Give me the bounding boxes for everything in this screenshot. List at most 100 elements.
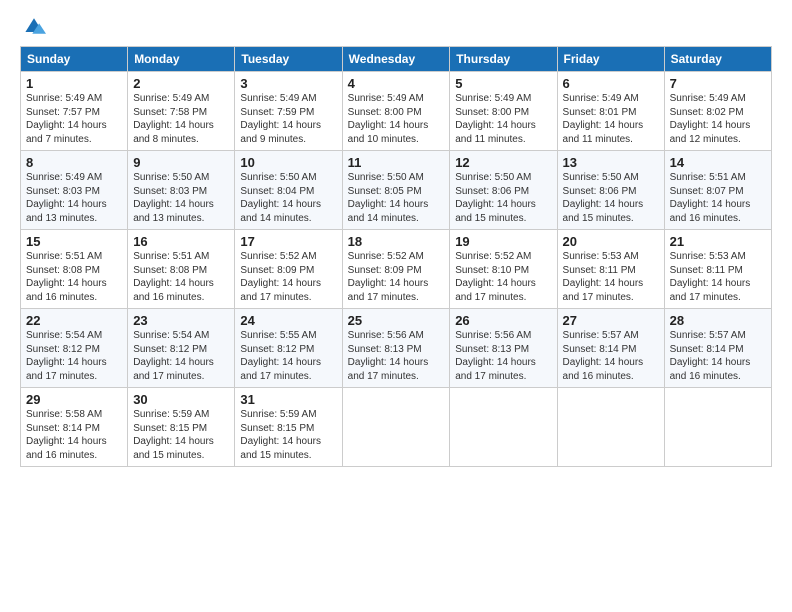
calendar-day-cell: 11Sunrise: 5:50 AMSunset: 8:05 PMDayligh…: [342, 151, 450, 230]
day-number: 21: [670, 234, 766, 249]
calendar-day-cell: 5Sunrise: 5:49 AMSunset: 8:00 PMDaylight…: [450, 72, 557, 151]
day-info: Sunrise: 5:51 AMSunset: 8:07 PMDaylight:…: [670, 171, 766, 225]
calendar-day-cell: 20Sunrise: 5:53 AMSunset: 8:11 PMDayligh…: [557, 230, 664, 309]
logo: [20, 16, 46, 36]
day-number: 11: [348, 155, 445, 170]
day-info: Sunrise: 5:56 AMSunset: 8:13 PMDaylight:…: [348, 329, 445, 383]
calendar-day-cell: [450, 388, 557, 467]
day-info: Sunrise: 5:50 AMSunset: 8:06 PMDaylight:…: [563, 171, 659, 225]
calendar-day-cell: [557, 388, 664, 467]
day-number: 3: [240, 76, 336, 91]
calendar-day-cell: 2Sunrise: 5:49 AMSunset: 7:58 PMDaylight…: [128, 72, 235, 151]
day-number: 1: [26, 76, 122, 91]
day-number: 12: [455, 155, 551, 170]
day-number: 5: [455, 76, 551, 91]
calendar-day-cell: 13Sunrise: 5:50 AMSunset: 8:06 PMDayligh…: [557, 151, 664, 230]
day-number: 22: [26, 313, 122, 328]
day-info: Sunrise: 5:52 AMSunset: 8:09 PMDaylight:…: [240, 250, 336, 304]
day-number: 28: [670, 313, 766, 328]
day-info: Sunrise: 5:59 AMSunset: 8:15 PMDaylight:…: [240, 408, 336, 462]
day-info: Sunrise: 5:54 AMSunset: 8:12 PMDaylight:…: [133, 329, 229, 383]
calendar-day-cell: 28Sunrise: 5:57 AMSunset: 8:14 PMDayligh…: [664, 309, 771, 388]
header: [20, 16, 772, 36]
day-number: 4: [348, 76, 445, 91]
day-info: Sunrise: 5:55 AMSunset: 8:12 PMDaylight:…: [240, 329, 336, 383]
day-info: Sunrise: 5:56 AMSunset: 8:13 PMDaylight:…: [455, 329, 551, 383]
weekday-header: Friday: [557, 47, 664, 72]
day-number: 19: [455, 234, 551, 249]
day-number: 23: [133, 313, 229, 328]
day-info: Sunrise: 5:51 AMSunset: 8:08 PMDaylight:…: [26, 250, 122, 304]
day-info: Sunrise: 5:57 AMSunset: 8:14 PMDaylight:…: [563, 329, 659, 383]
day-info: Sunrise: 5:49 AMSunset: 8:01 PMDaylight:…: [563, 92, 659, 146]
calendar-day-cell: [342, 388, 450, 467]
day-number: 31: [240, 392, 336, 407]
calendar-day-cell: 16Sunrise: 5:51 AMSunset: 8:08 PMDayligh…: [128, 230, 235, 309]
day-info: Sunrise: 5:49 AMSunset: 8:03 PMDaylight:…: [26, 171, 122, 225]
day-number: 26: [455, 313, 551, 328]
calendar-day-cell: [664, 388, 771, 467]
calendar-week-row: 22Sunrise: 5:54 AMSunset: 8:12 PMDayligh…: [21, 309, 772, 388]
calendar-day-cell: 10Sunrise: 5:50 AMSunset: 8:04 PMDayligh…: [235, 151, 342, 230]
day-info: Sunrise: 5:50 AMSunset: 8:04 PMDaylight:…: [240, 171, 336, 225]
day-info: Sunrise: 5:49 AMSunset: 8:02 PMDaylight:…: [670, 92, 766, 146]
day-info: Sunrise: 5:50 AMSunset: 8:03 PMDaylight:…: [133, 171, 229, 225]
calendar-day-cell: 1Sunrise: 5:49 AMSunset: 7:57 PMDaylight…: [21, 72, 128, 151]
calendar-week-row: 1Sunrise: 5:49 AMSunset: 7:57 PMDaylight…: [21, 72, 772, 151]
day-number: 7: [670, 76, 766, 91]
day-info: Sunrise: 5:49 AMSunset: 7:57 PMDaylight:…: [26, 92, 122, 146]
day-number: 9: [133, 155, 229, 170]
page: SundayMondayTuesdayWednesdayThursdayFrid…: [0, 0, 792, 612]
calendar-header-row: SundayMondayTuesdayWednesdayThursdayFrid…: [21, 47, 772, 72]
day-number: 16: [133, 234, 229, 249]
day-info: Sunrise: 5:54 AMSunset: 8:12 PMDaylight:…: [26, 329, 122, 383]
day-number: 6: [563, 76, 659, 91]
calendar-day-cell: 24Sunrise: 5:55 AMSunset: 8:12 PMDayligh…: [235, 309, 342, 388]
day-number: 24: [240, 313, 336, 328]
day-info: Sunrise: 5:59 AMSunset: 8:15 PMDaylight:…: [133, 408, 229, 462]
day-info: Sunrise: 5:49 AMSunset: 8:00 PMDaylight:…: [348, 92, 445, 146]
day-info: Sunrise: 5:52 AMSunset: 8:10 PMDaylight:…: [455, 250, 551, 304]
day-info: Sunrise: 5:49 AMSunset: 7:58 PMDaylight:…: [133, 92, 229, 146]
weekday-header: Monday: [128, 47, 235, 72]
day-number: 8: [26, 155, 122, 170]
calendar-day-cell: 12Sunrise: 5:50 AMSunset: 8:06 PMDayligh…: [450, 151, 557, 230]
day-number: 18: [348, 234, 445, 249]
day-info: Sunrise: 5:53 AMSunset: 8:11 PMDaylight:…: [670, 250, 766, 304]
day-info: Sunrise: 5:52 AMSunset: 8:09 PMDaylight:…: [348, 250, 445, 304]
day-number: 13: [563, 155, 659, 170]
calendar-day-cell: 31Sunrise: 5:59 AMSunset: 8:15 PMDayligh…: [235, 388, 342, 467]
calendar-table: SundayMondayTuesdayWednesdayThursdayFrid…: [20, 46, 772, 467]
calendar-day-cell: 8Sunrise: 5:49 AMSunset: 8:03 PMDaylight…: [21, 151, 128, 230]
calendar-day-cell: 3Sunrise: 5:49 AMSunset: 7:59 PMDaylight…: [235, 72, 342, 151]
weekday-header: Saturday: [664, 47, 771, 72]
day-info: Sunrise: 5:49 AMSunset: 8:00 PMDaylight:…: [455, 92, 551, 146]
calendar-day-cell: 22Sunrise: 5:54 AMSunset: 8:12 PMDayligh…: [21, 309, 128, 388]
calendar-day-cell: 17Sunrise: 5:52 AMSunset: 8:09 PMDayligh…: [235, 230, 342, 309]
calendar-day-cell: 26Sunrise: 5:56 AMSunset: 8:13 PMDayligh…: [450, 309, 557, 388]
calendar-day-cell: 6Sunrise: 5:49 AMSunset: 8:01 PMDaylight…: [557, 72, 664, 151]
day-number: 25: [348, 313, 445, 328]
calendar-week-row: 8Sunrise: 5:49 AMSunset: 8:03 PMDaylight…: [21, 151, 772, 230]
calendar-day-cell: 14Sunrise: 5:51 AMSunset: 8:07 PMDayligh…: [664, 151, 771, 230]
calendar-day-cell: 25Sunrise: 5:56 AMSunset: 8:13 PMDayligh…: [342, 309, 450, 388]
calendar-day-cell: 9Sunrise: 5:50 AMSunset: 8:03 PMDaylight…: [128, 151, 235, 230]
calendar-week-row: 29Sunrise: 5:58 AMSunset: 8:14 PMDayligh…: [21, 388, 772, 467]
day-number: 27: [563, 313, 659, 328]
day-number: 10: [240, 155, 336, 170]
day-number: 29: [26, 392, 122, 407]
day-number: 17: [240, 234, 336, 249]
day-number: 2: [133, 76, 229, 91]
weekday-header: Wednesday: [342, 47, 450, 72]
weekday-header: Sunday: [21, 47, 128, 72]
weekday-header: Tuesday: [235, 47, 342, 72]
weekday-header: Thursday: [450, 47, 557, 72]
calendar-body: 1Sunrise: 5:49 AMSunset: 7:57 PMDaylight…: [21, 72, 772, 467]
day-number: 30: [133, 392, 229, 407]
day-info: Sunrise: 5:57 AMSunset: 8:14 PMDaylight:…: [670, 329, 766, 383]
day-info: Sunrise: 5:49 AMSunset: 7:59 PMDaylight:…: [240, 92, 336, 146]
calendar-week-row: 15Sunrise: 5:51 AMSunset: 8:08 PMDayligh…: [21, 230, 772, 309]
calendar-day-cell: 15Sunrise: 5:51 AMSunset: 8:08 PMDayligh…: [21, 230, 128, 309]
calendar-day-cell: 7Sunrise: 5:49 AMSunset: 8:02 PMDaylight…: [664, 72, 771, 151]
calendar-day-cell: 21Sunrise: 5:53 AMSunset: 8:11 PMDayligh…: [664, 230, 771, 309]
